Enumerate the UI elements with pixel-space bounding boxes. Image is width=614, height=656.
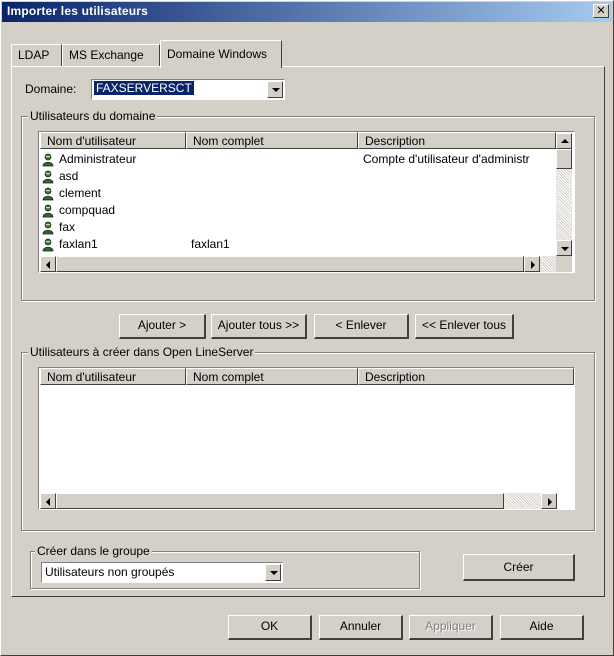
column-header-label: Nom d'utilisateur [47,370,136,384]
table-row[interactable]: faxlan1 faxlan1 [41,236,555,254]
column-header-fullname[interactable]: Nom complet [186,132,358,149]
tab-label: Domaine Windows [167,47,268,61]
scroll-right-button[interactable] [541,493,557,509]
remove-all-button[interactable]: << Enlever tous [415,314,514,339]
scroll-up-button[interactable] [556,133,572,149]
domain-users-group-label: Utilisateurs du domaine [28,109,158,123]
scroll-right-button[interactable] [524,256,540,272]
column-header-username[interactable]: Nom d'utilisateur [40,368,186,385]
close-button[interactable]: ✕ [593,4,609,18]
close-icon: ✕ [596,5,606,17]
column-header-label: Nom complet [193,134,264,148]
remove-button[interactable]: < Enlever [314,314,409,339]
cell-username: Administrateur [59,152,137,166]
add-button[interactable]: Ajouter > [119,314,206,339]
window-title: Importer les utilisateurs [7,4,149,18]
column-header-description[interactable]: Description [358,368,574,385]
tab-label: LDAP [18,48,50,62]
dialog-window: Importer les utilisateurs ✕ LDAP MS Exch… [0,0,614,656]
group-select[interactable]: Utilisateurs non groupés [41,562,283,583]
domain-select[interactable]: FAXSERVERSCT [91,79,285,100]
chevron-down-icon [272,88,280,92]
scroll-left-button[interactable] [40,256,56,272]
user-icon [41,221,55,235]
user-icon [41,204,55,218]
create-button[interactable]: Créer [463,554,575,581]
group-select-group: Créer dans le groupe Utilisateurs non gr… [30,544,420,589]
vertical-scrollbar[interactable] [556,133,572,256]
column-header-description[interactable]: Description [358,132,556,149]
column-header-username[interactable]: Nom d'utilisateur [40,132,186,149]
user-icon [41,238,55,252]
chevron-down-icon [270,571,278,575]
column-header-label: Nom d'utilisateur [47,134,136,148]
tab-label: MS Exchange [69,48,144,62]
domain-label: Domaine: [25,82,77,96]
arrow-down-icon [561,247,569,251]
group-select-label: Créer dans le groupe [35,544,152,558]
arrow-left-icon [46,261,50,269]
cell-username: faxlan1 [59,237,98,251]
column-header-label: Description [365,134,426,148]
help-button[interactable]: Aide [500,615,584,640]
scrollbar-thumb[interactable] [556,149,572,169]
group-select-value: Utilisateurs non groupés [45,565,175,579]
column-header-fullname[interactable]: Nom complet [186,368,358,385]
scrollbar-thumb[interactable] [56,493,504,509]
user-icon [41,170,55,184]
arrow-right-icon [548,498,552,506]
scrollbar-thumb[interactable] [56,256,524,272]
user-icon [41,187,55,201]
column-header-label: Nom complet [193,370,264,384]
group-dropdown-button[interactable] [265,564,281,581]
column-header-label: Description [365,370,426,384]
arrow-left-icon [46,498,50,506]
add-all-button[interactable]: Ajouter tous >> [211,314,307,339]
apply-button[interactable]: Appliquer [409,615,493,640]
table-row[interactable]: clement [41,185,555,203]
cell-username: asd [59,169,79,183]
arrow-right-icon [531,261,535,269]
cell-username: compquad [59,203,116,217]
arrow-up-icon [561,139,569,143]
horizontal-scrollbar[interactable] [40,256,556,272]
cancel-button[interactable]: Annuler [319,615,403,640]
domain-users-list[interactable]: Nom d'utilisateur Nom complet Descriptio… [38,131,575,273]
scroll-down-button[interactable] [556,240,572,256]
users-to-create-group: Utilisateurs à créer dans Open LineServe… [21,345,595,531]
table-row[interactable]: Administrateur Compte d'utilisateur d'adm… [41,151,555,169]
tab-domaine-windows[interactable]: Domaine Windows [160,40,282,68]
domain-users-group: Utilisateurs du domaine Nom d'utilisateu… [21,109,595,301]
tab-ldap[interactable]: LDAP [11,44,62,66]
cell-description: Compte d'utilisateur d'administr [363,152,530,166]
tab-ms-exchange[interactable]: MS Exchange [62,44,160,66]
scroll-left-button[interactable] [40,493,56,509]
table-row[interactable]: compquad [41,202,555,220]
users-to-create-list[interactable]: Nom d'utilisateur Nom complet Descriptio… [38,367,575,510]
table-row[interactable]: fax [41,219,555,237]
user-icon [41,153,55,167]
ok-button[interactable]: OK [228,615,312,640]
title-bar[interactable]: Importer les utilisateurs ✕ [2,2,612,22]
scroll-corner [556,256,572,272]
domain-dropdown-button[interactable] [267,81,283,98]
cell-username: fax [59,220,76,234]
horizontal-scrollbar[interactable] [40,493,557,509]
table-row[interactable]: asd [41,168,555,186]
domain-select-value: FAXSERVERSCT [94,81,194,95]
cell-fullname: faxlan1 [191,237,230,251]
cell-username: clement [59,186,102,200]
users-to-create-group-label: Utilisateurs à créer dans Open LineServe… [28,345,256,359]
tab-panel: Domaine: FAXSERVERSCT Utilisateurs du do… [11,66,605,597]
